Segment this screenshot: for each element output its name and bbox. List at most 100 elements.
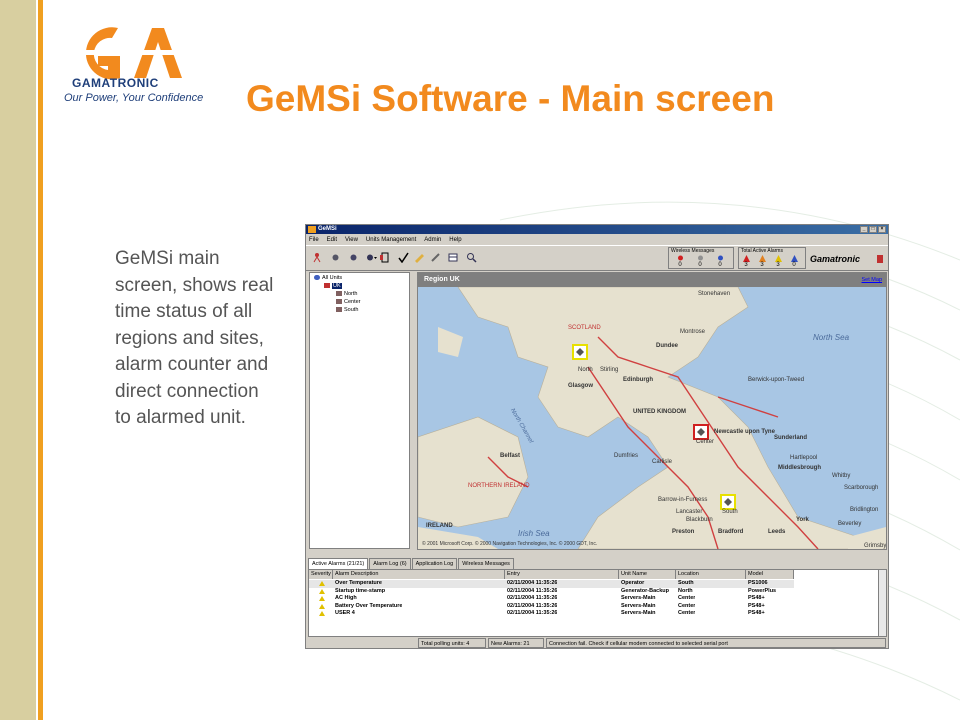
- tree-item-north[interactable]: North: [336, 291, 357, 298]
- col-unit-name[interactable]: Unit Name: [619, 570, 676, 579]
- row-entry: 02/11/2004 11:35:26: [507, 580, 558, 586]
- tab-alarm-log[interactable]: Alarm Log (6): [369, 558, 411, 569]
- map-label-whitby: Whitby: [832, 473, 851, 479]
- slide-title: GeMSi Software - Main screen: [246, 78, 775, 119]
- view-options-icon[interactable]: [448, 252, 459, 263]
- tree-item-all-units[interactable]: All Units: [314, 275, 342, 282]
- row-location: South: [678, 580, 694, 586]
- status-polling-units: Total polling units: 4: [418, 638, 486, 648]
- alarm-major-icon: [759, 255, 766, 262]
- warning-icon: [319, 596, 325, 601]
- col-severity[interactable]: Severity: [309, 570, 333, 579]
- region-title-bar: Region UK: [418, 273, 886, 287]
- window-titlebar[interactable]: GeMSi _ □ ×: [306, 225, 888, 234]
- uk-map[interactable]: [418, 287, 886, 549]
- warning-icon: [319, 588, 325, 594]
- app-icon: [308, 226, 316, 233]
- tree-label-uk: UK: [332, 283, 342, 289]
- alarm-person-icon[interactable]: [312, 252, 323, 263]
- row-description: Battery Over Temperature: [335, 602, 403, 609]
- col-location[interactable]: Location: [676, 570, 746, 579]
- alarms-grid: Severity Alarm Description Entry Unit Na…: [308, 569, 887, 637]
- tree-item-uk[interactable]: UK: [324, 283, 342, 290]
- set-map-link[interactable]: Set Map: [862, 273, 882, 287]
- tree-label-south: South: [344, 307, 359, 313]
- phone-connect-icon[interactable]: [380, 252, 391, 263]
- map-label-glasgow: Glasgow: [568, 383, 594, 389]
- brush-icon[interactable]: [430, 252, 441, 263]
- acknowledge-check-icon[interactable]: [398, 252, 409, 263]
- menu-view[interactable]: View: [345, 235, 358, 245]
- tree-label-center: Center: [344, 299, 361, 305]
- grid-scrollbar[interactable]: [878, 570, 886, 636]
- wireless-gray-pin-icon: [698, 255, 703, 261]
- side-strip: [0, 0, 36, 720]
- col-alarm-description[interactable]: Alarm Description: [333, 570, 505, 579]
- map-label-sunderland: Sunderland: [774, 435, 808, 441]
- tree-label-all-units: All Units: [322, 275, 343, 281]
- table-row[interactable]: Battery Over Temperature 02/11/2004 11:3…: [309, 603, 794, 611]
- map-label-stirling: Stirling: [600, 367, 619, 373]
- tree-item-center[interactable]: Center: [336, 299, 361, 306]
- map-label-preston: Preston: [672, 529, 695, 535]
- row-description: AC High: [335, 595, 357, 601]
- map-label-north-sea: North Sea: [813, 333, 850, 342]
- tab-wireless-messages[interactable]: Wireless Messages: [458, 558, 514, 569]
- wireless-count-2: 0: [698, 262, 702, 268]
- edit-pencil-icon[interactable]: [414, 252, 425, 263]
- row-model: PowerPlus: [748, 587, 777, 594]
- map-label-montrose: Montrose: [680, 329, 706, 335]
- logo-tagline: Our Power, Your Confidence: [64, 92, 204, 104]
- col-model[interactable]: Model: [746, 570, 794, 579]
- row-model: PS48+: [748, 602, 765, 609]
- search-icon[interactable]: [466, 252, 477, 263]
- bottom-tabs: Active Alarms (21/21) Alarm Log (6) Appl…: [308, 558, 515, 570]
- row-entry: 02/11/2004 11:35:26: [507, 587, 558, 594]
- table-row[interactable]: Startup time-stamp 02/11/2004 11:35:26 G…: [309, 588, 794, 596]
- disconnect-icon[interactable]: [348, 252, 359, 263]
- map-label-grimsby: Grimsby: [864, 543, 887, 549]
- menu-units-management[interactable]: Units Management: [366, 235, 416, 245]
- toolbar: Wireless Messages 0 0 0 Total Active Ala…: [306, 245, 888, 271]
- brand-logo-icon: [877, 255, 883, 263]
- menu-help[interactable]: Help: [449, 235, 461, 245]
- minimize-button[interactable]: _: [860, 226, 868, 233]
- menu-admin[interactable]: Admin: [424, 235, 441, 245]
- row-entry: 02/11/2004 11:35:26: [507, 610, 558, 616]
- table-row[interactable]: USER 4 02/11/2004 11:35:26 Servers-Main …: [309, 610, 794, 618]
- table-row[interactable]: AC High 02/11/2004 11:35:26 Servers-Main…: [309, 595, 794, 603]
- map-copyright: © 2001 Microsoft Corp. © 2000 Navigation…: [422, 541, 598, 547]
- unit-dropdown-icon[interactable]: [366, 252, 377, 263]
- gemsi-window: GeMSi _ □ × File Edit View Units Managem…: [305, 224, 889, 649]
- connect-icon[interactable]: [330, 252, 341, 263]
- row-model: PS1006: [748, 580, 768, 586]
- gamatronic-logo: [82, 27, 192, 80]
- map-label-bradford: Bradford: [718, 529, 744, 535]
- row-unit: Servers-Main: [621, 602, 656, 609]
- menu-file[interactable]: File: [309, 235, 319, 245]
- grid-header: Severity Alarm Description Entry Unit Na…: [309, 570, 794, 579]
- maximize-button[interactable]: □: [869, 226, 877, 233]
- col-entry[interactable]: Entry: [505, 570, 619, 579]
- tab-application-log[interactable]: Application Log: [411, 558, 458, 569]
- tree-item-south[interactable]: South: [336, 307, 358, 314]
- gamatronic-brand: Gamatronic: [810, 254, 861, 264]
- map-label-bridlington: Bridlington: [850, 507, 879, 513]
- row-description: Over Temperature: [335, 580, 382, 586]
- alarm-info-icon: [791, 255, 798, 262]
- menu-edit[interactable]: Edit: [327, 235, 337, 245]
- map-label-barrow: Barrow-in-Furness: [658, 497, 708, 503]
- close-button[interactable]: ×: [878, 226, 886, 233]
- window-title: GeMSi: [318, 226, 337, 232]
- warning-icon: [319, 603, 325, 609]
- wireless-count-3: 0: [718, 262, 722, 268]
- table-row[interactable]: Over Temperature 02/11/2004 11:35:26 Ope…: [309, 580, 794, 588]
- row-model: PS48+: [748, 595, 765, 601]
- row-entry: 02/11/2004 11:35:26: [507, 602, 558, 609]
- wireless-count-1: 0: [678, 262, 682, 268]
- wireless-messages-title: Wireless Messages: [671, 248, 715, 254]
- map-label-dundee: Dundee: [656, 343, 679, 349]
- map-label-leeds: Leeds: [768, 529, 786, 535]
- warning-icon: [319, 581, 325, 586]
- row-entry: 02/11/2004 11:35:26: [507, 595, 558, 601]
